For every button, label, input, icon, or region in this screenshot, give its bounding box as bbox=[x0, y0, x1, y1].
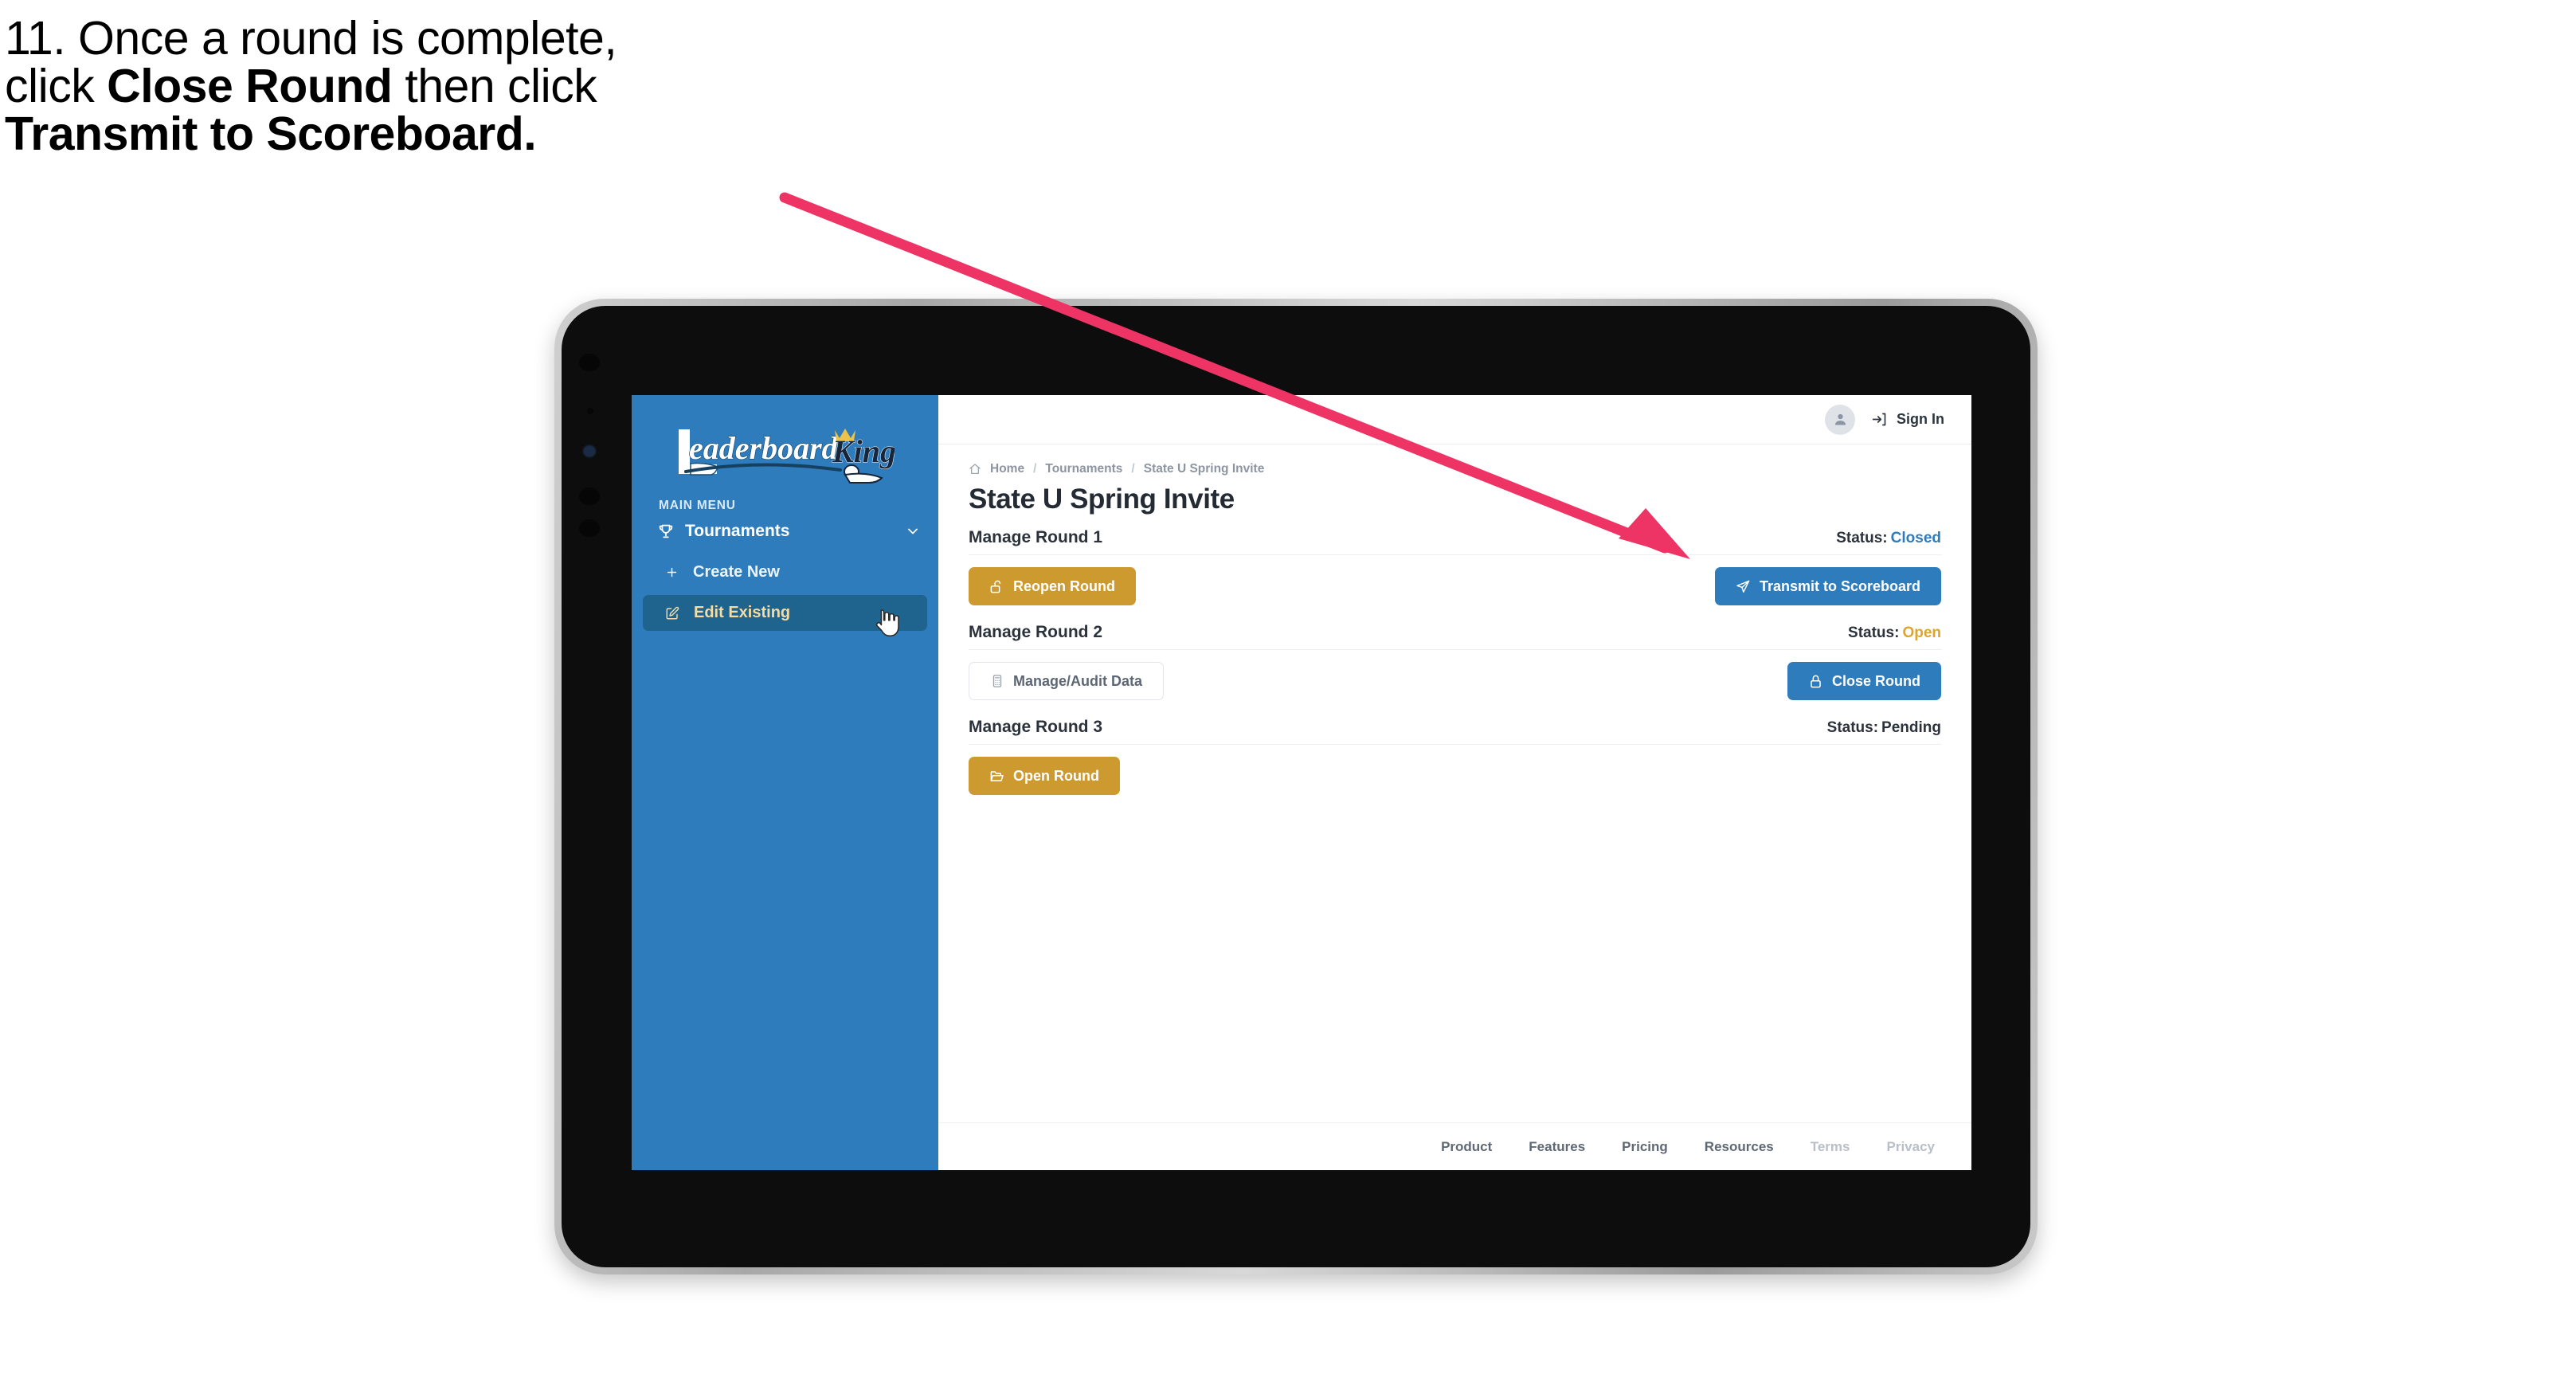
sensor-dot bbox=[587, 408, 593, 414]
sign-in-button[interactable]: Sign In bbox=[1871, 411, 1944, 428]
footer-link-resources[interactable]: Resources bbox=[1705, 1139, 1774, 1155]
round-name: Manage Round 3 bbox=[969, 718, 1103, 736]
status-value: Closed bbox=[1890, 530, 1941, 546]
user-avatar-icon bbox=[1834, 413, 1846, 425]
edit-pencil-icon bbox=[665, 606, 679, 621]
chevron-down-icon[interactable] bbox=[905, 523, 921, 539]
camera-dot-bottom bbox=[579, 519, 600, 537]
status-badge: Status: Closed bbox=[1836, 530, 1941, 547]
lock-icon bbox=[1808, 674, 1823, 689]
instruction-caption: 11. Once a round is complete, click Clos… bbox=[5, 14, 897, 159]
caption-line-2-pre: click bbox=[5, 60, 108, 113]
close-round-button[interactable]: Close Round bbox=[1787, 662, 1941, 700]
page-title: State U Spring Invite bbox=[969, 484, 1235, 515]
unlock-icon bbox=[989, 579, 1004, 594]
paper-plane-icon bbox=[1736, 579, 1751, 594]
sign-in-label: Sign In bbox=[1897, 411, 1944, 427]
round-header: Manage Round 3 Status: Pending bbox=[969, 718, 1941, 745]
login-arrow-icon bbox=[1871, 411, 1888, 428]
caption-line-2-post: then click bbox=[392, 60, 597, 113]
round-actions: Reopen Round Transmit to Scoreboard bbox=[969, 567, 1941, 605]
avatar[interactable] bbox=[1825, 404, 1855, 435]
button-label: Reopen Round bbox=[1013, 578, 1115, 594]
round-section-1: Manage Round 1 Status: Closed Reopen Roun… bbox=[969, 528, 1941, 605]
round-actions: Manage/Audit Data Close Round bbox=[969, 662, 1941, 700]
status-label: Status: bbox=[1826, 719, 1879, 736]
sidebar-item-create-new[interactable]: Create New bbox=[643, 554, 927, 590]
top-bar: Sign In bbox=[938, 395, 1971, 444]
round-section-2: Manage Round 2 Status: Open Manage/Audit … bbox=[969, 623, 1941, 700]
camera-lens-dot bbox=[584, 446, 595, 456]
leaderboard-king-logo-icon: eaderboard King bbox=[677, 428, 895, 484]
breadcrumb-item-tournaments[interactable]: Tournaments bbox=[1045, 462, 1122, 476]
folder-open-icon bbox=[989, 769, 1004, 784]
main-panel: Sign In Home / Tournaments / State U Spr… bbox=[938, 395, 1971, 1170]
svg-text:King: King bbox=[832, 433, 895, 469]
sidebar-item-edit-existing[interactable]: Edit Existing bbox=[643, 595, 927, 631]
footer-link-terms[interactable]: Terms bbox=[1811, 1139, 1850, 1155]
status-label: Status: bbox=[1836, 530, 1888, 546]
svg-text:eaderboard: eaderboard bbox=[689, 430, 839, 466]
manage-audit-data-button[interactable]: Manage/Audit Data bbox=[969, 662, 1165, 700]
breadcrumb: Home / Tournaments / State U Spring Invi… bbox=[969, 462, 1941, 476]
app-body: eaderboard King MAIN MENU Tournaments Cr… bbox=[632, 395, 1971, 1170]
round-header: Manage Round 2 Status: Open bbox=[969, 623, 1941, 650]
home-icon bbox=[969, 463, 981, 476]
open-round-button[interactable]: Open Round bbox=[969, 757, 1120, 795]
round-name: Manage Round 2 bbox=[969, 623, 1103, 641]
sidebar-section-label: MAIN MENU bbox=[659, 499, 736, 512]
breadcrumb-separator: / bbox=[1033, 462, 1037, 476]
round-header: Manage Round 1 Status: Closed bbox=[969, 528, 1941, 555]
trophy-icon bbox=[657, 523, 675, 540]
status-value: Open bbox=[1902, 624, 1941, 641]
status-badge: Status: Pending bbox=[1827, 719, 1941, 737]
footer-link-pricing[interactable]: Pricing bbox=[1622, 1139, 1668, 1155]
sidebar: eaderboard King MAIN MENU Tournaments Cr… bbox=[632, 395, 938, 1170]
sidebar-item-label: Edit Existing bbox=[694, 604, 791, 621]
round-section-3: Manage Round 3 Status: Pending Open Round bbox=[969, 718, 1941, 795]
breadcrumb-item-current: State U Spring Invite bbox=[1143, 462, 1265, 476]
app-logo[interactable]: eaderboard King bbox=[632, 411, 938, 484]
caption-line-2-bold: Close Round bbox=[107, 60, 393, 113]
plus-icon bbox=[665, 566, 679, 579]
tablet-screen: eaderboard King MAIN MENU Tournaments Cr… bbox=[632, 395, 1971, 1170]
status-value: Pending bbox=[1881, 719, 1941, 736]
footer-link-privacy[interactable]: Privacy bbox=[1887, 1139, 1936, 1155]
sidebar-item-label: Create New bbox=[693, 563, 780, 581]
footer: Product Features Pricing Resources Terms… bbox=[938, 1122, 1971, 1170]
footer-link-product[interactable]: Product bbox=[1441, 1139, 1492, 1155]
breadcrumb-item-home[interactable]: Home bbox=[990, 462, 1024, 476]
sidebar-item-label: Tournaments bbox=[685, 522, 790, 540]
round-name: Manage Round 1 bbox=[969, 528, 1103, 546]
breadcrumb-separator: / bbox=[1131, 462, 1135, 476]
sidebar-item-tournaments[interactable]: Tournaments bbox=[632, 513, 938, 550]
reopen-round-button[interactable]: Reopen Round bbox=[969, 567, 1136, 605]
button-label: Close Round bbox=[1832, 672, 1920, 689]
caption-line-2: click Close Round then click bbox=[5, 62, 897, 110]
footer-link-features[interactable]: Features bbox=[1529, 1139, 1585, 1155]
button-label: Manage/Audit Data bbox=[1013, 672, 1143, 689]
caption-line-3: Transmit to Scoreboard. bbox=[5, 110, 897, 158]
caption-line-1: 11. Once a round is complete, bbox=[5, 12, 617, 65]
calculator-icon bbox=[990, 674, 1004, 688]
content-area: Home / Tournaments / State U Spring Invi… bbox=[938, 444, 1971, 1122]
button-label: Open Round bbox=[1013, 767, 1099, 784]
camera-dot-mid bbox=[579, 487, 600, 505]
status-badge: Status: Open bbox=[1848, 624, 1941, 642]
caption-line-3-bold: Transmit to Scoreboard. bbox=[5, 108, 537, 161]
camera-dot-top bbox=[579, 354, 600, 371]
screenshot-root: 11. Once a round is complete, click Clos… bbox=[0, 0, 2576, 1386]
round-actions: Open Round bbox=[969, 757, 1941, 795]
transmit-to-scoreboard-button[interactable]: Transmit to Scoreboard bbox=[1714, 567, 1941, 605]
button-label: Transmit to Scoreboard bbox=[1759, 578, 1920, 594]
status-label: Status: bbox=[1848, 624, 1900, 641]
